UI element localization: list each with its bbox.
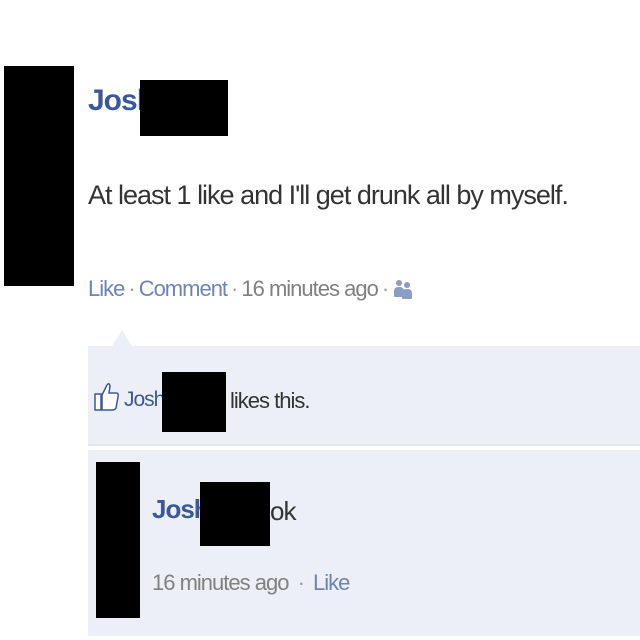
feedback-caret <box>112 330 132 346</box>
redaction-box <box>200 482 270 546</box>
comment-link[interactable]: Comment <box>139 276 228 302</box>
redaction-box <box>140 80 228 136</box>
thumbs-up-icon <box>94 382 119 411</box>
comment-like-link[interactable]: Like <box>313 570 350 595</box>
post-body: At least 1 like and I'll get drunk all b… <box>88 180 569 210</box>
likes-text: likes this. <box>230 388 310 413</box>
separator-dot: · <box>297 570 305 595</box>
post-action-bar: Like · Comment · 16 minutes ago · <box>88 276 414 302</box>
separator-dot: · <box>128 276 135 301</box>
post-timestamp[interactable]: 16 minutes ago <box>241 276 378 302</box>
comment-text: ok <box>270 496 296 526</box>
like-link[interactable]: Like <box>88 276 125 302</box>
post-author-avatar[interactable] <box>4 66 74 286</box>
separator-dot: · <box>231 276 238 301</box>
comment-author-avatar[interactable] <box>96 462 140 618</box>
people-icon[interactable] <box>394 278 414 300</box>
comment-timestamp[interactable]: 16 minutes ago <box>152 570 289 595</box>
separator-dot: · <box>381 276 389 301</box>
comment-panel <box>88 450 640 636</box>
redaction-box <box>162 372 226 432</box>
comment-meta: 16 minutes ago · Like <box>152 570 350 596</box>
